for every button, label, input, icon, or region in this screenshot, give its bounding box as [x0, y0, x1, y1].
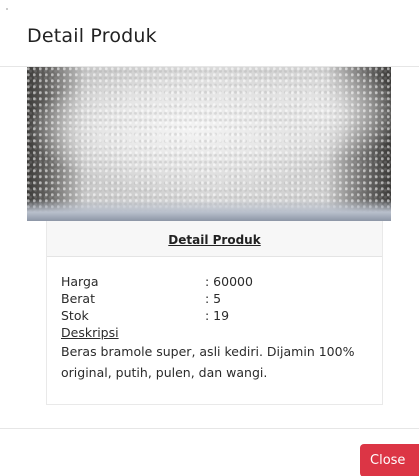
description-text: Beras bramole super, asli kediri. Dijami…: [61, 344, 355, 380]
field-value: : 5: [205, 291, 222, 306]
field-value: : 60000: [205, 274, 253, 289]
modal-header: Detail Produk: [0, 0, 419, 67]
field-row-berat: Berat : 5: [61, 290, 377, 307]
modal-footer: Close: [0, 428, 419, 476]
description-label-row: Deskripsi: [61, 324, 377, 341]
close-button[interactable]: Close: [360, 444, 419, 476]
field-label: Stok: [61, 308, 89, 323]
product-detail-modal: Detail Produk Detail Produk Harga : 6000…: [0, 0, 419, 476]
detail-card-title: Detail Produk: [168, 233, 261, 247]
product-image: [27, 67, 391, 221]
field-label: Harga: [61, 274, 99, 289]
detail-body: Harga : 60000 Berat : 5 Stok : 19 Deskri…: [61, 273, 377, 383]
field-value: : 19: [205, 308, 230, 323]
detail-card-header: Detail Produk: [47, 221, 382, 257]
field-row-stok: Stok : 19: [61, 307, 377, 324]
rice-texture: [27, 67, 391, 221]
field-label: Berat: [61, 291, 95, 306]
image-bottom-fold: [27, 199, 391, 221]
modal-title: Detail Produk: [27, 25, 157, 47]
description-label: Deskripsi: [61, 325, 119, 340]
field-row-harga: Harga : 60000: [61, 273, 377, 290]
